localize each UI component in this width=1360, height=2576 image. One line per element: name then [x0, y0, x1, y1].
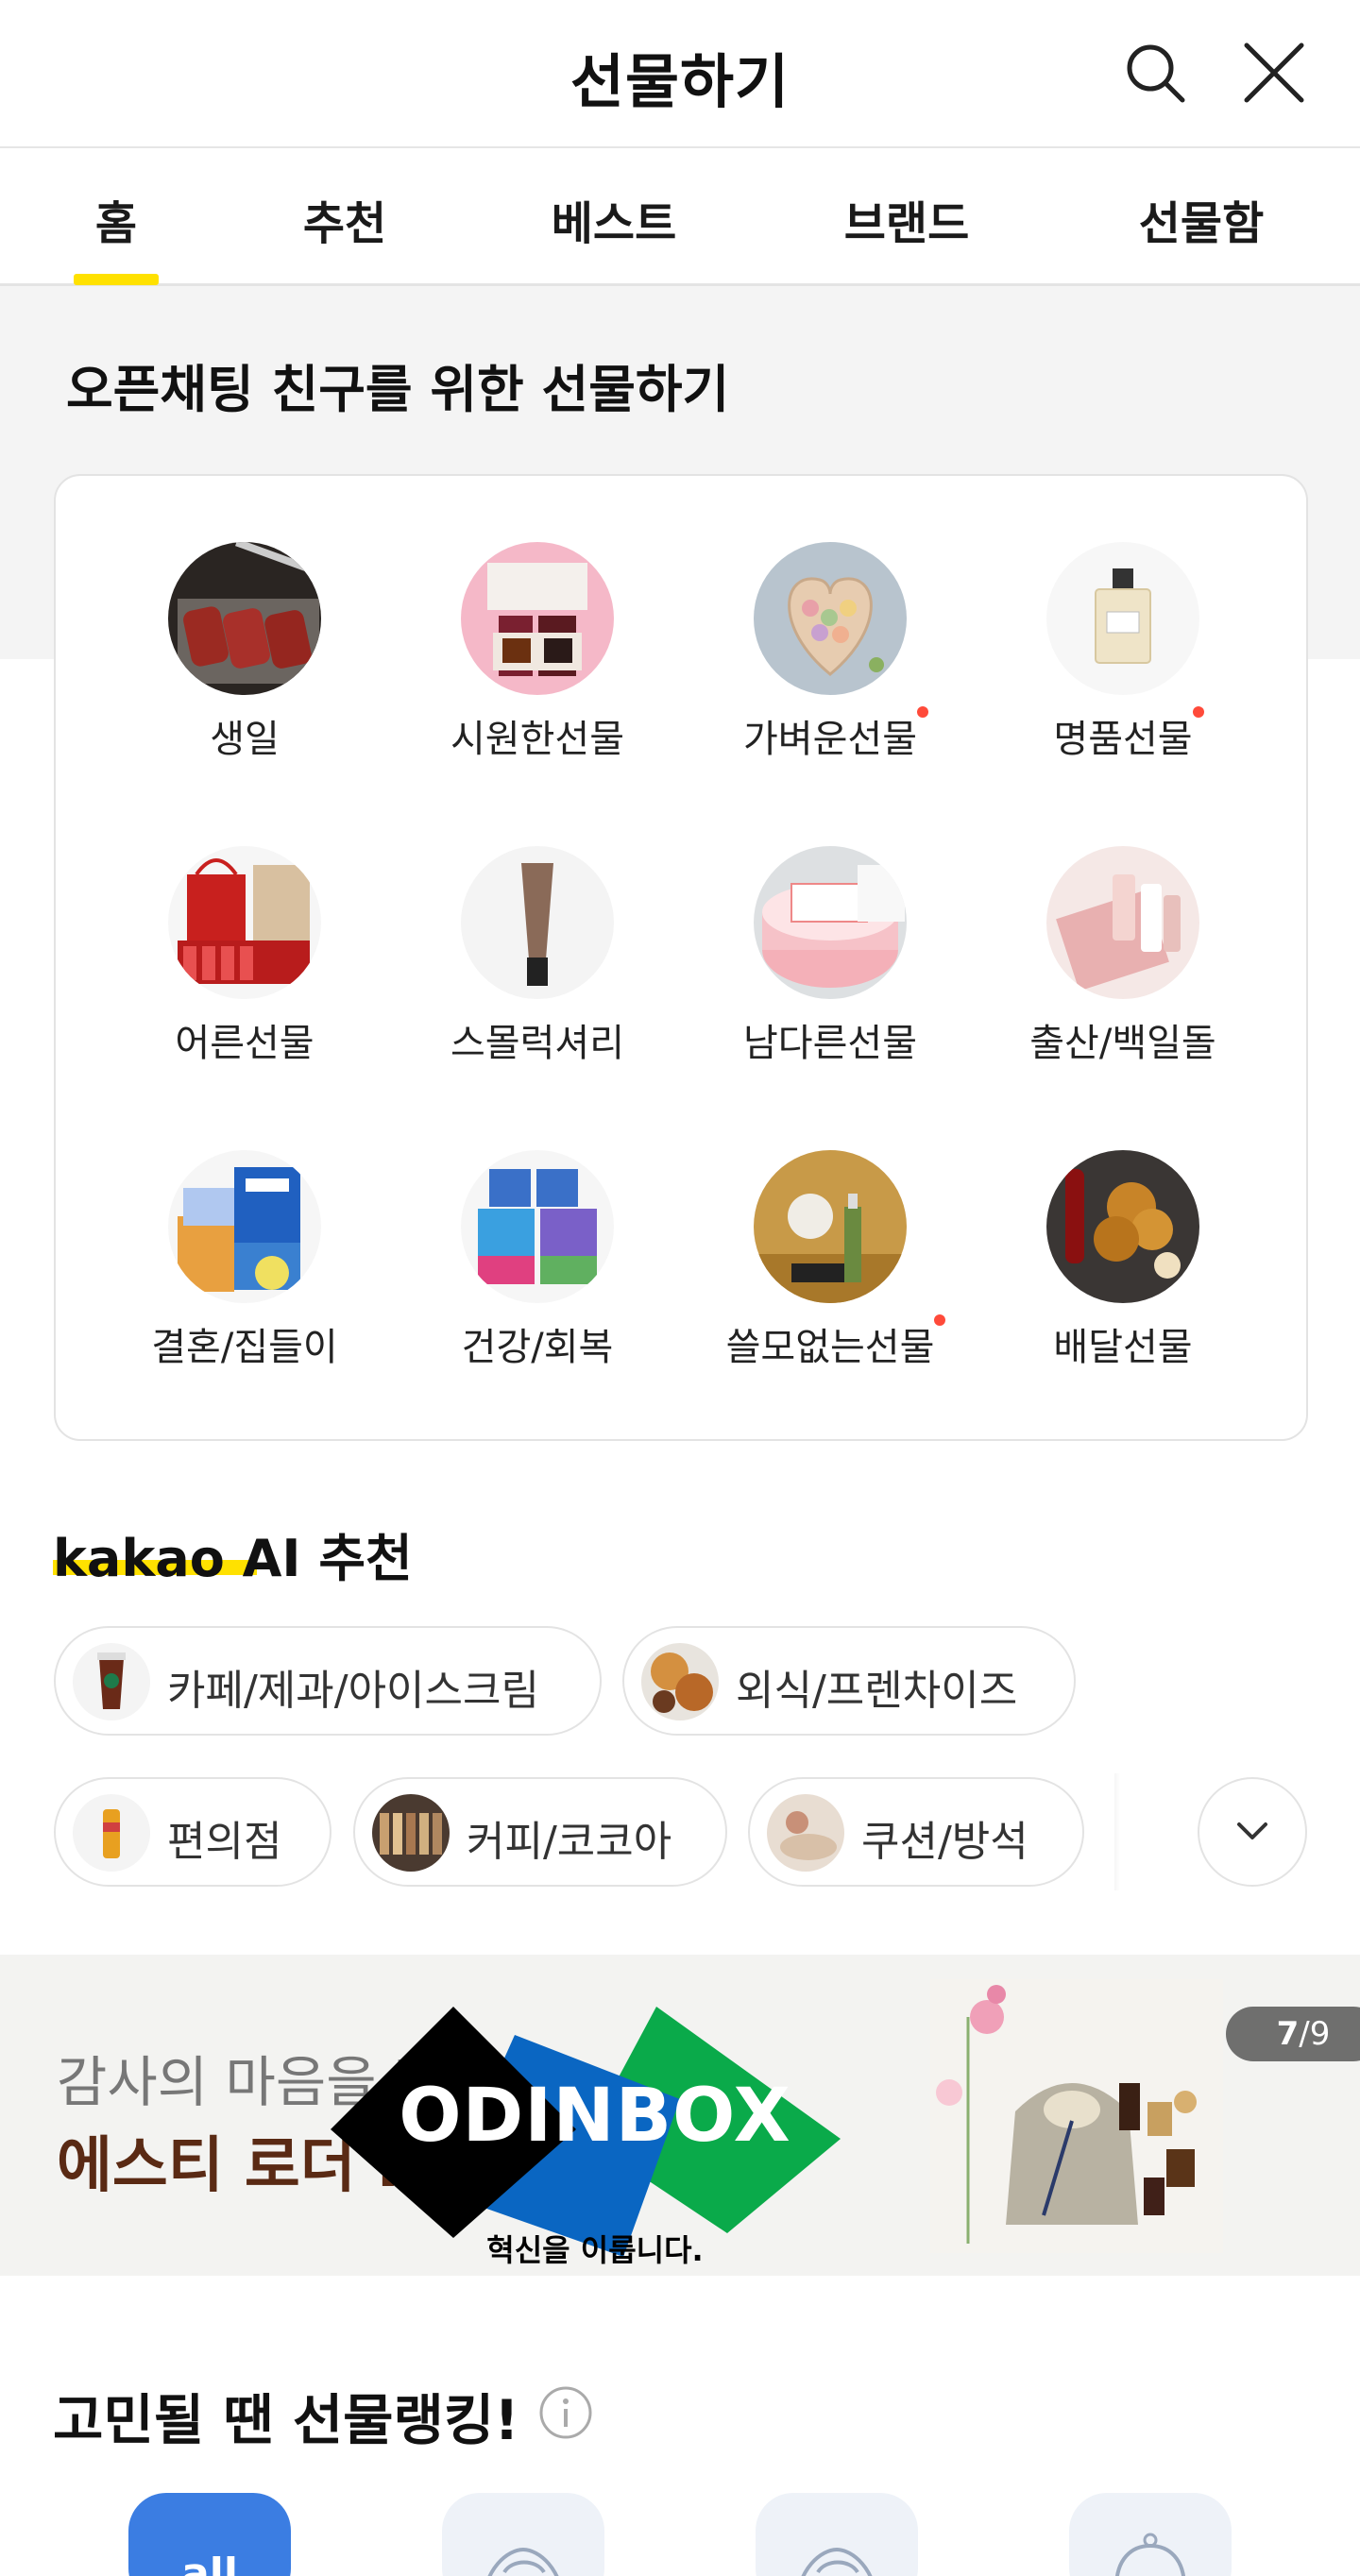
ranking-all-label: all	[181, 2550, 238, 2576]
category-label: 쓸모없는선물	[725, 1326, 935, 1369]
category-label: 가벼운선물	[743, 718, 917, 761]
category-label: 시원한선물	[450, 718, 624, 761]
ranking-title: 고민될 땐 선물랭킹!	[53, 2388, 519, 2452]
tab-brand[interactable]: 브랜드	[822, 186, 992, 252]
cushion-thumbnail	[767, 1794, 844, 1872]
tab-gift-box[interactable]: 선물함	[1116, 186, 1286, 252]
chip-label: 쿠션/방석	[861, 1818, 1028, 1866]
search-icon[interactable]	[1122, 40, 1188, 106]
iced-coffee-thumbnail	[73, 1643, 150, 1720]
section-title: 오픈채팅 친구를 위한 선물하기	[66, 360, 730, 419]
gift-wrap-image	[930, 1979, 1223, 2253]
new-dot	[917, 706, 928, 718]
ice-cream-thumbnail	[461, 542, 614, 695]
page-total: /9	[1299, 2015, 1331, 2053]
chip-dining[interactable]: 외식/프렌차이즈	[622, 1626, 1076, 1736]
person-icon	[487, 2547, 559, 2576]
category-light-gift[interactable]: 가벼운선물	[674, 542, 986, 763]
category-label: 남다른선물	[743, 1022, 917, 1065]
baby-care-thumbnail	[1046, 846, 1199, 999]
tab-recommend[interactable]: 추천	[283, 186, 406, 252]
category-label: 생일	[210, 718, 280, 761]
steak-thumbnail	[168, 542, 321, 695]
ai-title-suffix: 추천	[318, 1529, 413, 1588]
gadget-thumbnail	[754, 1150, 907, 1303]
category-label: 어른선물	[175, 1022, 314, 1065]
odinbox-tagline: 혁신을 이룹니다.	[486, 2232, 704, 2268]
chip-scroll-divider	[1114, 1773, 1120, 1890]
hand-cream-thumbnail	[461, 846, 614, 999]
banner-page-indicator: 7/9	[1226, 2007, 1360, 2061]
category-cool-gift[interactable]: 시원한선물	[382, 542, 693, 763]
person-icon	[801, 2547, 873, 2576]
category-health-recovery[interactable]: 건강/회복	[382, 1150, 693, 1371]
active-tab-indicator	[74, 274, 159, 285]
odinbox-wordmark: ODINBOX	[399, 2074, 791, 2159]
coffee-box-thumbnail	[372, 1794, 450, 1872]
ranking-filter-3[interactable]	[756, 2493, 918, 2576]
category-label: 건강/회복	[461, 1326, 614, 1369]
kakao-ai-brand: kakao AI	[53, 1529, 301, 1588]
tab-best[interactable]: 베스트	[529, 186, 699, 252]
ai-section-title: kakao AI 추천	[53, 1517, 413, 1591]
ranking-filter-all[interactable]: all	[128, 2493, 291, 2576]
chip-coffee-cocoa[interactable]: 커피/코코아	[353, 1777, 727, 1887]
household-goods-thumbnail	[168, 1150, 321, 1303]
category-wedding-housewarming[interactable]: 결혼/집들이	[89, 1150, 400, 1371]
cake-thumbnail	[754, 846, 907, 999]
macaron-thumbnail	[754, 542, 907, 695]
hat-icon	[1115, 2533, 1185, 2576]
page-current: 7	[1276, 2015, 1300, 2053]
category-label: 스몰럭셔리	[450, 1022, 624, 1065]
chip-cafe[interactable]: 카페/제과/아이스크림	[54, 1626, 602, 1736]
chip-label: 카페/제과/아이스크림	[167, 1667, 539, 1715]
category-label: 결혼/집들이	[151, 1326, 338, 1369]
category-label: 출산/백일돌	[1029, 1022, 1216, 1065]
category-useless-gift[interactable]: 쓸모없는선물	[674, 1150, 986, 1371]
chip-label: 외식/프렌차이즈	[736, 1667, 1018, 1715]
expand-chips-button[interactable]	[1198, 1777, 1307, 1887]
chip-convenience-store[interactable]: 편의점	[54, 1777, 332, 1887]
category-unique-gift[interactable]: 남다른선물	[674, 846, 986, 1067]
supplement-thumbnail	[461, 1150, 614, 1303]
category-card: 생일 시원한선물 가벼운선물 명품선물 어른선물 스몰럭셔리 남다른선물 출산/…	[54, 474, 1308, 1441]
perfume-thumbnail	[1046, 542, 1199, 695]
chip-label: 커피/코코아	[467, 1818, 672, 1866]
chevron-down-icon	[1237, 1822, 1267, 1839]
red-ginseng-thumbnail	[168, 846, 321, 999]
tab-bar: 홈 추천 베스트 브랜드 선물함	[0, 148, 1360, 286]
category-birthday[interactable]: 생일	[89, 542, 400, 763]
fried-chicken-thumbnail	[1046, 1150, 1199, 1303]
category-delivery-gift[interactable]: 배달선물	[967, 1150, 1279, 1371]
ranking-filter-2[interactable]	[442, 2493, 604, 2576]
app-header: 선물하기	[0, 0, 1360, 148]
new-dot	[934, 1314, 946, 1326]
category-elder-gift[interactable]: 어른선물	[89, 846, 400, 1067]
chip-cushion[interactable]: 쿠션/방석	[748, 1777, 1084, 1887]
info-icon[interactable]	[538, 2385, 593, 2440]
new-dot	[1192, 706, 1204, 718]
chip-label: 편의점	[167, 1818, 282, 1866]
snack-thumbnail	[73, 1794, 150, 1872]
ranking-filter-4[interactable]	[1069, 2493, 1232, 2576]
category-small-luxury[interactable]: 스몰럭셔리	[382, 846, 693, 1067]
dining-thumbnail	[641, 1643, 719, 1720]
tab-home[interactable]: 홈	[74, 186, 159, 252]
category-luxury-gift[interactable]: 명품선물	[967, 542, 1279, 763]
category-baby-gift[interactable]: 출산/백일돌	[967, 846, 1279, 1067]
close-icon[interactable]	[1241, 40, 1307, 106]
category-label: 배달선물	[1053, 1326, 1193, 1369]
category-label: 명품선물	[1053, 718, 1193, 761]
